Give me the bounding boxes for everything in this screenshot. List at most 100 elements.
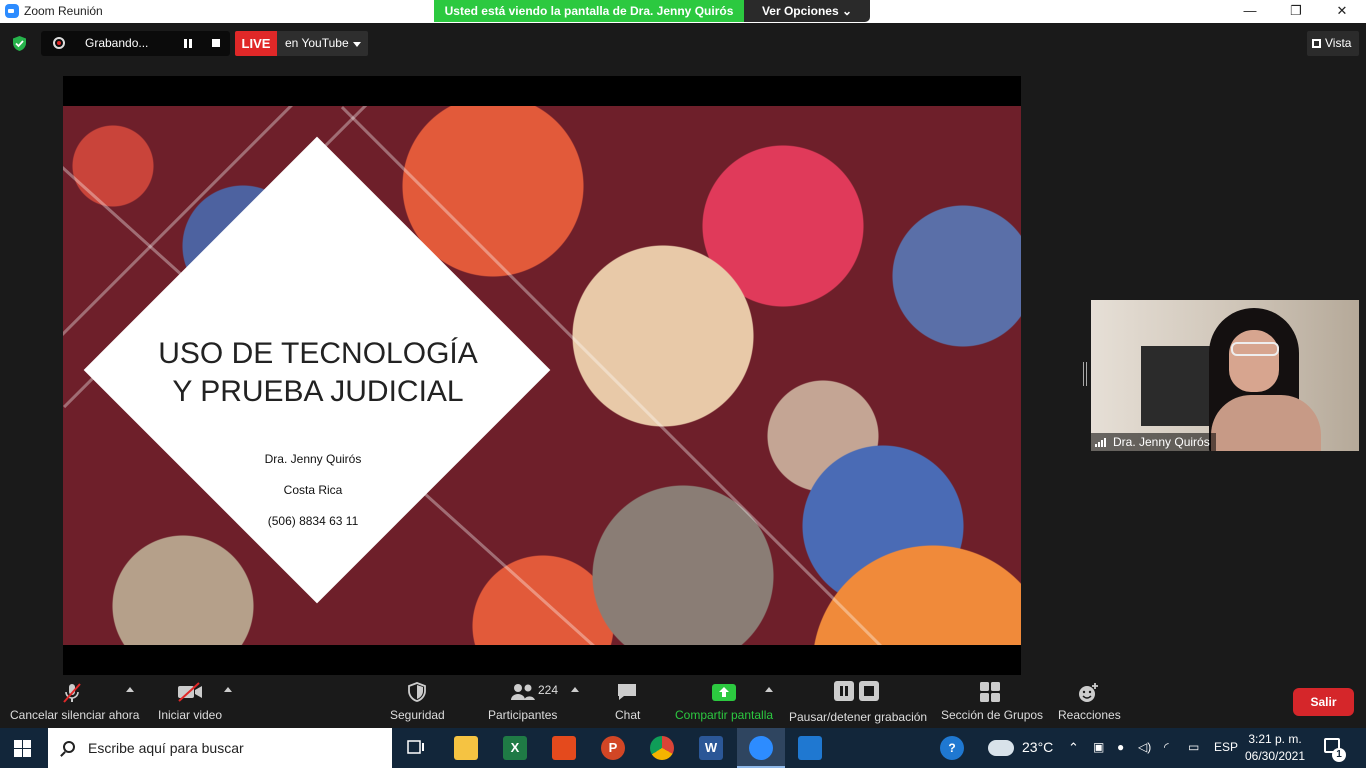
video-options-caret[interactable]	[224, 687, 232, 692]
participants-options-caret[interactable]	[571, 687, 579, 692]
record-icon	[53, 37, 65, 49]
live-target-label: en YouTube	[285, 36, 349, 50]
mute-options-caret[interactable]	[126, 687, 134, 692]
windows-taskbar: Escribe aquí para buscar X P W ? 23°C ⌃ …	[0, 728, 1366, 768]
live-target-dropdown[interactable]: en YouTube	[277, 31, 368, 56]
windows-start-icon[interactable]	[14, 740, 31, 757]
weather-icon[interactable]	[988, 740, 1014, 756]
search-placeholder: Escribe aquí para buscar	[88, 740, 244, 756]
battery-icon[interactable]: ▭	[1188, 740, 1199, 754]
security-button[interactable]: Seguridad	[384, 675, 450, 728]
share-options-caret[interactable]	[765, 687, 773, 692]
wifi-icon[interactable]: ◜	[1164, 740, 1169, 754]
share-banner-text: Usted está viendo la pantalla de Dra. Je…	[434, 0, 744, 22]
slide-author: Dra. Jenny Quirós	[264, 452, 362, 466]
participant-video[interactable]: Dra. Jenny Quirós	[1091, 300, 1359, 451]
slide-phone: (506) 8834 63 11	[267, 514, 359, 528]
view-label: Vista	[1325, 36, 1352, 50]
view-button[interactable]: Vista	[1307, 31, 1359, 56]
shield-icon[interactable]	[11, 35, 28, 52]
video-button[interactable]: Iniciar video	[150, 675, 230, 728]
word-icon[interactable]: W	[699, 736, 723, 760]
resize-handle[interactable]	[1083, 362, 1087, 386]
tray-chevron-up-icon[interactable]: ⌃	[1068, 740, 1079, 756]
stop-icon[interactable]	[212, 39, 220, 47]
grid-icon	[1312, 39, 1321, 48]
security-label: Seguridad	[390, 708, 445, 722]
presentation-slide: USO DE TECNOLOGÍA Y PRUEBA JUDICIAL Dra.…	[63, 106, 1021, 645]
chat-button[interactable]: Chat	[608, 675, 648, 728]
tray-camera-icon[interactable]: ▣	[1093, 740, 1104, 754]
chrome-icon[interactable]	[650, 736, 674, 760]
chevron-down-icon: ⌄	[841, 4, 853, 18]
participants-count: 224	[538, 683, 559, 697]
zoom-window: Zoom Reunión — ❐ ✕ Usted está viendo la …	[0, 0, 1366, 728]
share-screen-label: Compartir pantalla	[675, 708, 774, 722]
participant-name-tag: Dra. Jenny Quirós	[1091, 433, 1216, 451]
tray-microphone-icon[interactable]: ●	[1117, 740, 1124, 754]
zoom-taskbar-icon	[749, 736, 773, 760]
search-icon	[63, 741, 75, 753]
recording-bar: Grabando...	[41, 31, 230, 56]
share-screen-button[interactable]: Compartir pantalla	[670, 675, 778, 728]
slide-title-line2: Y PRUEBA JUDICIAL	[172, 375, 464, 408]
chat-label: Chat	[615, 708, 641, 722]
volume-icon[interactable]: ◁)	[1138, 740, 1151, 754]
microphone-muted-icon	[63, 683, 81, 703]
window-title: Zoom Reunión	[24, 4, 103, 18]
meeting-toolbar: Cancelar silenciar ahora Iniciar video S…	[0, 675, 1366, 728]
taskbar-search[interactable]: Escribe aquí para buscar	[48, 728, 392, 768]
participants-icon	[511, 684, 535, 700]
office-icon[interactable]	[552, 736, 576, 760]
reactions-icon	[1079, 683, 1098, 702]
mail-icon[interactable]	[798, 736, 822, 760]
share-banner: Usted está viendo la pantalla de Dra. Je…	[434, 0, 870, 22]
file-explorer-icon[interactable]	[454, 736, 478, 760]
zoom-icon	[5, 4, 19, 18]
reactions-label: Reacciones	[1058, 708, 1121, 722]
task-view-icon[interactable]	[404, 736, 428, 760]
clock[interactable]: 3:21 p. m. 06/30/2021	[1240, 731, 1310, 765]
video-person-body	[1211, 395, 1321, 451]
video-person-face	[1229, 330, 1279, 392]
powerpoint-icon[interactable]: P	[601, 736, 625, 760]
pause-icon[interactable]	[184, 39, 192, 48]
excel-icon[interactable]: X	[503, 736, 527, 760]
view-options-label: Ver Opciones	[761, 4, 839, 18]
recording-control-label: Pausar/detener grabación	[789, 710, 928, 724]
restore-button[interactable]: ❐	[1273, 0, 1319, 23]
breakout-rooms-button[interactable]: Sección de Grupos	[938, 675, 1044, 728]
notification-count: 1	[1332, 748, 1346, 762]
security-shield-icon	[408, 682, 426, 702]
reactions-button[interactable]: Reacciones	[1054, 675, 1122, 728]
caret-down-icon	[353, 42, 361, 47]
breakout-icon	[980, 682, 1000, 702]
close-button[interactable]: ✕	[1319, 0, 1365, 23]
language-indicator[interactable]: ESP	[1214, 740, 1238, 754]
mute-button[interactable]: Cancelar silenciar ahora	[0, 675, 144, 728]
shared-screen: USO DE TECNOLOGÍA Y PRUEBA JUDICIAL Dra.…	[63, 76, 1021, 675]
slide-country: Costa Rica	[283, 483, 343, 497]
weather-temp[interactable]: 23°C	[1022, 739, 1053, 755]
clock-time: 3:21 p. m.	[1248, 732, 1302, 746]
video-label: Iniciar video	[158, 708, 223, 722]
signal-icon	[1095, 438, 1106, 447]
zoom-taskbar-button[interactable]	[737, 728, 785, 768]
chat-icon	[618, 684, 636, 700]
share-screen-icon	[712, 684, 736, 701]
minimize-button[interactable]: —	[1227, 0, 1273, 23]
view-options-button[interactable]: Ver Opciones ⌄	[744, 0, 870, 22]
recording-label: Grabando...	[85, 36, 149, 50]
help-icon[interactable]: ?	[940, 736, 964, 760]
live-badge[interactable]: LIVE	[235, 31, 277, 56]
breakout-label: Sección de Grupos	[941, 708, 1044, 722]
participant-name: Dra. Jenny Quirós	[1113, 435, 1210, 449]
clock-date: 06/30/2021	[1244, 749, 1306, 763]
pause-stop-icon	[834, 681, 879, 701]
mute-label: Cancelar silenciar ahora	[10, 708, 140, 722]
leave-button[interactable]: Salir	[1293, 688, 1354, 716]
slide-title: USO DE TECNOLOGÍA Y PRUEBA JUDICIAL	[153, 335, 483, 411]
slide-title-line1: USO DE TECNOLOGÍA	[158, 337, 478, 370]
recording-control-button[interactable]: Pausar/detener grabación	[786, 675, 928, 728]
video-person-glasses	[1231, 342, 1279, 356]
